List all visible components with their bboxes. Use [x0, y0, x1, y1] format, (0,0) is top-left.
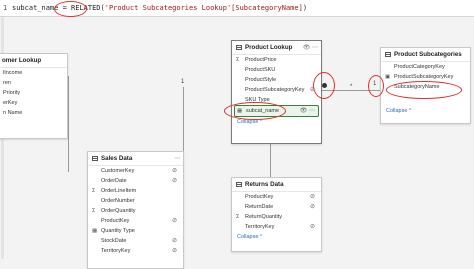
- cardinality-one-marker: 1: [181, 79, 185, 85]
- field-row[interactable]: Σ ReturnQuantity: [232, 212, 321, 222]
- field-row[interactable]: Σ OrderQuantity: [88, 206, 183, 216]
- field-row[interactable]: ProductKey ⊘: [232, 192, 321, 202]
- table-icon: [92, 156, 98, 161]
- table-icon: [236, 182, 242, 187]
- field-row[interactable]: CustomerKey ⊘: [88, 166, 183, 176]
- field-row[interactable]: OrderNumber: [88, 196, 183, 206]
- field-row[interactable]: n Name: [0, 108, 67, 118]
- hide-icon[interactable]: ⊘: [172, 166, 177, 176]
- sigma-icon: Σ: [236, 214, 240, 220]
- field-row[interactable]: ProductSubcategoryKey ⊘: [232, 85, 321, 95]
- field-row[interactable]: Priority: [0, 88, 67, 98]
- table-title: Sales Data: [101, 155, 133, 162]
- field-row[interactable]: ren: [0, 78, 67, 88]
- field-row[interactable]: ProductSKU: [232, 65, 321, 75]
- field-row[interactable]: ProductKey ⊘: [88, 216, 183, 226]
- model-diagram-canvas[interactable]: 1 * 1 omer Lookup lIncome ren Priority e…: [0, 17, 474, 269]
- table-title: Product Lookup: [245, 44, 293, 51]
- table-header: omer Lookup: [0, 54, 67, 68]
- field-row[interactable]: TerritoryKey ⊘: [88, 246, 183, 256]
- table-header: Sales Data ⋯: [88, 152, 183, 166]
- field-row[interactable]: lIncome: [0, 68, 67, 78]
- field-row[interactable]: OrderDate ⊘: [88, 176, 183, 186]
- field-row[interactable]: ReturnDate ⊘: [232, 202, 321, 212]
- annotation-circle-subcat-key: [368, 75, 384, 97]
- annotation-circle-subcat-field: [224, 102, 286, 120]
- more-icon[interactable]: ⋯: [174, 155, 180, 162]
- table-title: Returns Data: [245, 181, 284, 188]
- annotation-circle-related: [54, 1, 87, 17]
- hide-icon[interactable]: ⊘: [172, 216, 177, 226]
- relationship-line-product-sales[interactable]: [183, 87, 184, 159]
- table-sales-data[interactable]: Sales Data ⋯ CustomerKey ⊘ OrderDate ⊘ Σ Or…: [87, 151, 184, 269]
- hide-icon[interactable]: ⊘: [310, 222, 315, 232]
- table-title: Product Subcategories: [394, 51, 462, 58]
- hide-icon[interactable]: ⊘: [172, 246, 177, 256]
- annotation-circle-join: [313, 72, 335, 99]
- hide-icon[interactable]: ⊘: [172, 176, 177, 186]
- table-customer-lookup[interactable]: omer Lookup lIncome ren Priority erKey n…: [0, 53, 68, 139]
- table-icon: [236, 45, 242, 50]
- formula-argument: 'Product Subcategories Lookup'[Subcatego…: [104, 4, 303, 12]
- table-header: Product Lookup 👁 ⋯: [232, 41, 321, 55]
- field-row[interactable]: TerritoryKey ⊘: [232, 222, 321, 232]
- eye-icon[interactable]: 👁 ⋯: [303, 44, 318, 51]
- hide-icon[interactable]: ⊘: [310, 192, 315, 202]
- collapse-link[interactable]: Collapse ^: [381, 106, 470, 116]
- hide-icon[interactable]: ⊘: [310, 202, 315, 212]
- line-number: 1: [3, 4, 8, 12]
- field-row[interactable]: Σ ProductPrice: [232, 55, 321, 65]
- calculated-column-icon: ▦: [92, 228, 98, 234]
- sigma-icon: Σ: [236, 57, 240, 63]
- cardinality-many-marker: *: [350, 84, 353, 90]
- table-header: Product Subcategories: [381, 48, 470, 62]
- table-title: omer Lookup: [2, 57, 42, 64]
- field-row[interactable]: ProductStyle: [232, 75, 321, 85]
- field-row[interactable]: erKey: [0, 98, 67, 108]
- collapse-link[interactable]: Collapse ^: [232, 232, 321, 242]
- relationship-line-product-returns[interactable]: [270, 141, 271, 177]
- sigma-icon: Σ: [92, 188, 96, 194]
- field-row[interactable]: ProductCategoryKey: [381, 62, 470, 72]
- field-row[interactable]: Σ OrderLineItem: [88, 186, 183, 196]
- sigma-icon: Σ: [92, 208, 96, 214]
- eye-icon[interactable]: 👁 ⋯: [300, 106, 315, 116]
- field-row[interactable]: StockDate ⊘: [88, 236, 183, 246]
- field-row[interactable]: ▦ Quantity Type: [88, 226, 183, 236]
- annotation-circle-subcategoryname: [386, 81, 462, 99]
- table-product-lookup[interactable]: Product Lookup 👁 ⋯ Σ ProductPrice Product…: [231, 40, 322, 144]
- table-icon: [385, 52, 391, 57]
- table-returns-data[interactable]: Returns Data ProductKey ⊘ ReturnDate ⊘ Σ Re…: [231, 177, 322, 252]
- relationship-line-customer-sales[interactable]: [68, 76, 69, 172]
- hide-icon[interactable]: ⊘: [172, 236, 177, 246]
- key-icon: ▣: [385, 74, 391, 80]
- formula-close-paren: ): [302, 4, 308, 12]
- table-header: Returns Data: [232, 178, 321, 192]
